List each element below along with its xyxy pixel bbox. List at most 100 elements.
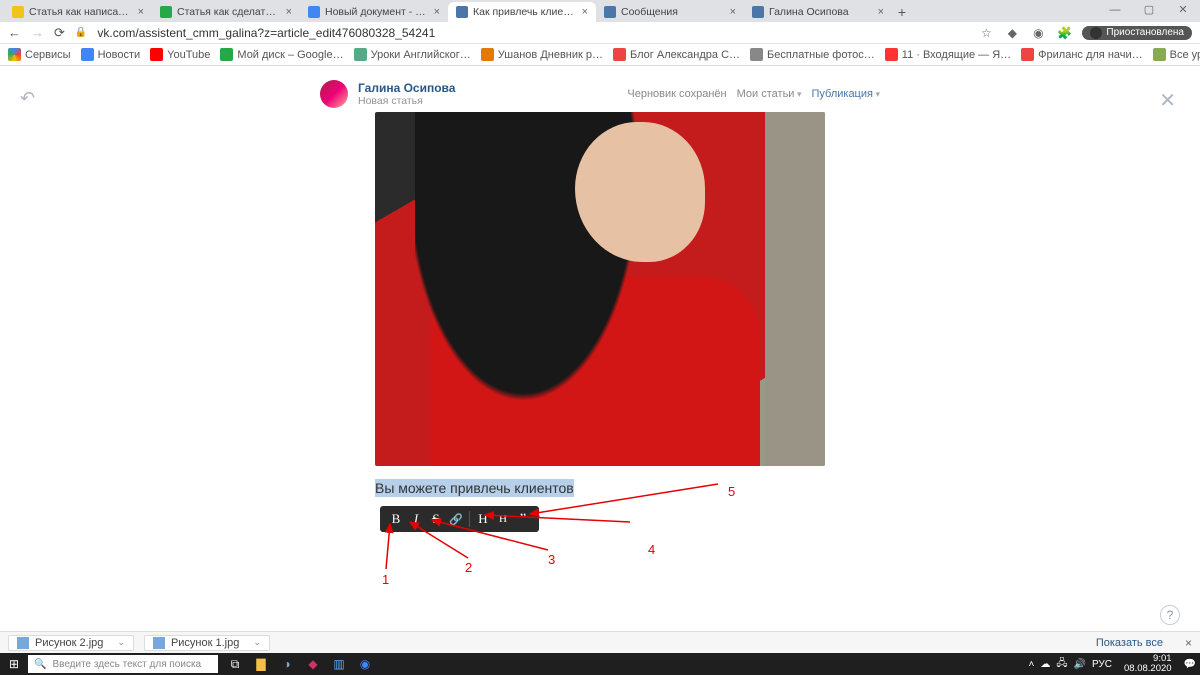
bookmark-item[interactable]: YouTube (150, 48, 210, 61)
selected-text[interactable]: Вы можете привлечь клиентов (375, 479, 574, 497)
tab-1[interactable]: Статья как сделать баннер в гр× (152, 2, 300, 22)
notifications-icon[interactable]: 💬 (1184, 659, 1196, 670)
tab-2[interactable]: Новый документ - Google Док× (300, 2, 448, 22)
ext-1-icon[interactable]: ◆ (1004, 25, 1020, 41)
close-icon[interactable]: × (878, 6, 884, 18)
my-articles-dropdown[interactable]: Мои статьи (737, 88, 802, 100)
site-icon (750, 48, 763, 61)
taskbar-clock[interactable]: 9:0108.08.2020 (1118, 654, 1178, 674)
bookmark-item[interactable]: Фриланс для начи… (1021, 48, 1142, 61)
gimp-icon (1153, 48, 1166, 61)
chevron-down-icon[interactable]: ⌄ (253, 637, 261, 648)
close-icon[interactable]: × (286, 6, 292, 18)
bookmark-item[interactable]: Все уроки по GIMP… (1153, 48, 1200, 61)
network-icon[interactable]: 🖧 (1056, 656, 1067, 673)
minimize-button[interactable]: — (1098, 0, 1132, 22)
reload-button[interactable]: ⟳ (54, 25, 65, 41)
help-button[interactable]: ? (1160, 605, 1180, 625)
link-button[interactable]: 🔗 (446, 513, 466, 526)
search-icon: 🔍 (34, 659, 46, 670)
gdoc-icon (12, 6, 24, 18)
bookmark-item[interactable]: Бесплатные фотос… (750, 48, 875, 61)
explorer-icon[interactable]: ▇ (252, 655, 270, 673)
address-bar: ← → ⟳ 🔒 vk.com/assistent_cmm_galina?z=ar… (0, 22, 1200, 44)
svg-text:1: 1 (382, 572, 389, 587)
bookmark-item[interactable]: Мой диск – Google… (220, 48, 343, 61)
close-shelf-button[interactable]: × (1185, 636, 1192, 650)
volume-icon[interactable]: 🔊 (1074, 659, 1086, 670)
download-item[interactable]: Рисунок 1.jpg⌄ (144, 635, 270, 651)
browser-tab-strip: Статья как написать статью в в× Статья к… (0, 0, 1200, 22)
toolbar-separator (469, 511, 470, 527)
tab-5[interactable]: Галина Осипова× (744, 2, 892, 22)
gdocs-icon (308, 6, 320, 18)
language-indicator[interactable]: РУС (1092, 659, 1112, 670)
draft-saved-label: Черновик сохранён (627, 88, 726, 100)
publish-dropdown[interactable]: Публикация (811, 88, 880, 100)
bookmark-item[interactable]: Блог Александра С… (613, 48, 740, 61)
youtube-icon (150, 48, 163, 61)
close-icon[interactable]: × (730, 6, 736, 18)
bookmark-item[interactable]: Новости (81, 48, 141, 61)
task-view-icon[interactable]: ⧉ (226, 655, 244, 673)
bookmarks-bar: Сервисы Новости YouTube Мой диск – Googl… (0, 44, 1200, 66)
new-tab-button[interactable]: + (892, 4, 912, 22)
strike-button[interactable]: S (426, 511, 446, 527)
undo-icon[interactable]: ↶ (20, 88, 35, 109)
close-icon[interactable]: × (434, 6, 440, 18)
download-item[interactable]: Рисунок 2.jpg⌄ (8, 635, 134, 651)
close-icon[interactable]: × (582, 6, 588, 18)
ext-2-icon[interactable]: ◉ (1030, 25, 1046, 41)
maximize-button[interactable]: ▢ (1132, 0, 1166, 22)
bookmark-item[interactable]: Ушанов Дневник р… (481, 48, 603, 61)
quote-button[interactable]: ” (513, 511, 533, 528)
app-icon[interactable]: ▥ (330, 655, 348, 673)
windows-taskbar: ⊞ 🔍Введите здесь текст для поиска ⧉ ▇ ◑ … (0, 653, 1200, 675)
cover-image[interactable] (375, 112, 825, 466)
vk-icon (604, 6, 616, 18)
article-body[interactable]: Вы можете привлечь клиентов (375, 480, 825, 496)
bookmark-item[interactable]: 11 · Входящие — Я… (885, 48, 1011, 61)
author-avatar[interactable] (320, 80, 348, 108)
lock-icon: 🔒 (75, 27, 87, 38)
bookmark-item[interactable]: Уроки Английског… (354, 48, 471, 61)
tray-chevron-icon[interactable]: ˄ (1029, 659, 1035, 670)
app-icon[interactable]: ◆ (304, 655, 322, 673)
apps-button[interactable]: Сервисы (8, 48, 71, 61)
taskbar-search[interactable]: 🔍Введите здесь текст для поиска (28, 655, 218, 673)
profile-chip[interactable]: Приостановлена (1082, 26, 1192, 40)
start-button[interactable]: ⊞ (0, 657, 28, 671)
app-icon[interactable]: ◑ (278, 655, 296, 673)
image-icon (153, 637, 165, 649)
url-field[interactable]: vk.com/assistent_cmm_galina?z=article_ed… (97, 26, 968, 40)
chrome-icon[interactable]: ◉ (356, 655, 374, 673)
tab-3[interactable]: Как привлечь клиентов, если с× (448, 2, 596, 22)
close-window-button[interactable]: ✕ (1166, 0, 1200, 22)
extensions-icon[interactable]: 🧩 (1056, 25, 1072, 41)
author-name[interactable]: Галина Осипова (358, 81, 455, 95)
italic-button[interactable]: I (406, 511, 426, 527)
apps-icon (8, 48, 21, 61)
close-icon[interactable]: × (138, 6, 144, 18)
site-icon (354, 48, 367, 61)
chevron-down-icon[interactable]: ⌄ (117, 637, 125, 648)
forward-button[interactable]: → (31, 25, 44, 40)
image-icon (17, 637, 29, 649)
site-icon (481, 48, 494, 61)
site-icon (613, 48, 626, 61)
star-icon[interactable]: ☆ (978, 25, 994, 41)
show-all-downloads[interactable]: Показать все (1096, 637, 1163, 649)
tab-4[interactable]: Сообщения× (596, 2, 744, 22)
heading1-button[interactable]: H (473, 511, 493, 527)
heading2-button[interactable]: H (493, 513, 513, 525)
avatar-icon (1090, 27, 1102, 39)
bold-button[interactable]: B (386, 511, 406, 527)
tab-0[interactable]: Статья как написать статью в в× (4, 2, 152, 22)
onedrive-icon[interactable]: ☁ (1040, 659, 1050, 670)
vk-icon (456, 6, 468, 18)
system-tray: ˄ ☁ 🖧 🔊 РУС 9:0108.08.2020 💬 (1025, 654, 1200, 674)
gdrive-icon (160, 6, 172, 18)
back-button[interactable]: ← (8, 25, 21, 40)
editor-header: Галина Осипова Новая статья Черновик сох… (320, 66, 880, 108)
close-editor-button[interactable]: ✕ (1159, 88, 1176, 113)
